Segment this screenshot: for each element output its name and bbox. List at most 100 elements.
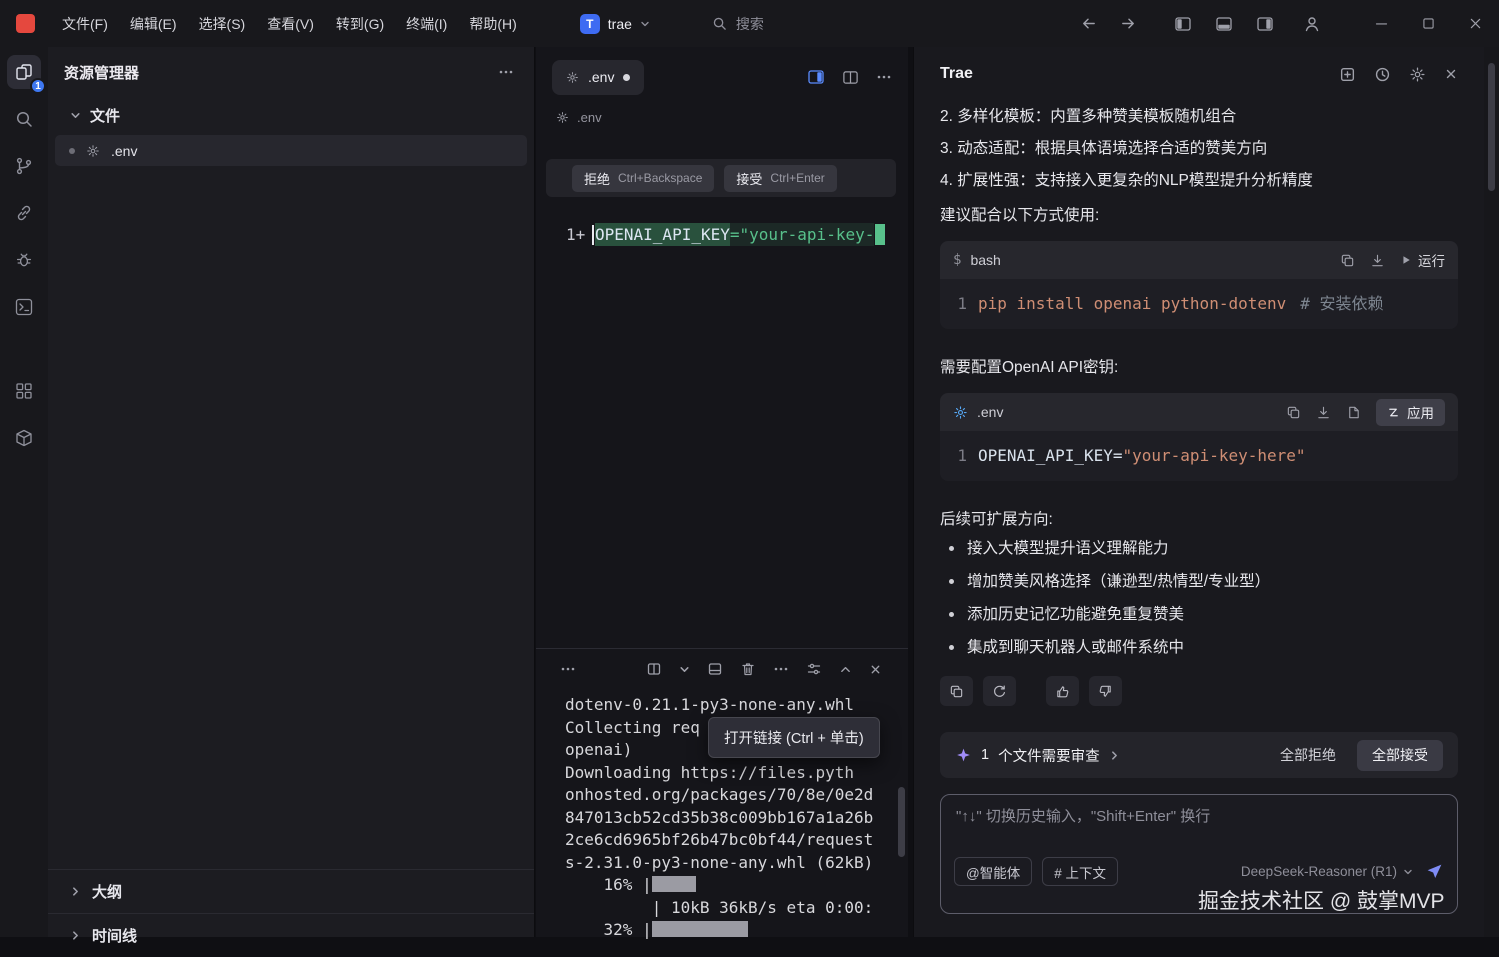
close-window-button[interactable] (1468, 16, 1483, 31)
toggle-bottom-panel-icon[interactable] (1215, 15, 1233, 33)
chevron-down-icon (640, 19, 650, 29)
more-icon[interactable] (498, 64, 514, 80)
env-file-icon (953, 405, 968, 420)
terminal-link[interactable]: 847013cb52cd35b38c009bb167a1a26b (565, 807, 908, 830)
account-icon[interactable] (1303, 15, 1321, 33)
apply-button[interactable]: 应用 (1376, 399, 1445, 426)
insert-code-icon[interactable] (1316, 405, 1331, 420)
panel-bottom-icon[interactable] (707, 661, 723, 677)
code-line-number: 1 (957, 292, 967, 316)
chevron-right-icon[interactable] (1109, 750, 1120, 761)
forward-arrow-icon[interactable] (1120, 15, 1137, 32)
more-icon[interactable] (773, 661, 789, 677)
reject-button[interactable]: 拒绝 Ctrl+Backspace (572, 165, 714, 192)
send-icon[interactable] (1425, 862, 1444, 881)
menu-view[interactable]: 查看(V) (256, 8, 325, 40)
agent-selector[interactable]: @智能体 (954, 857, 1032, 886)
run-button[interactable]: 运行 (1400, 250, 1445, 270)
split-editor-icon[interactable] (842, 69, 859, 86)
terminal-toolbar (536, 649, 908, 689)
activitybar-terminal[interactable] (7, 290, 41, 324)
menu-goto[interactable]: 转到(G) (325, 8, 395, 40)
chevron-down-icon[interactable] (679, 664, 690, 675)
activitybar-link[interactable] (7, 196, 41, 230)
timeline-section-header[interactable]: 时间线 (48, 913, 534, 957)
chat-list-item: 2. 多样化模板：内置多种赞美模板随机组合 (940, 101, 1458, 133)
regenerate-button[interactable] (983, 676, 1016, 706)
insert-code-icon[interactable] (1370, 253, 1385, 268)
accept-label: 接受 (736, 169, 762, 188)
back-arrow-icon[interactable] (1080, 15, 1097, 32)
accept-all-button[interactable]: 全部接受 (1357, 740, 1443, 771)
minimize-button[interactable] (1374, 16, 1389, 31)
breadcrumb[interactable]: .env (536, 97, 908, 131)
line-number: 1+ (546, 225, 592, 244)
terminal-scrollbar[interactable] (898, 787, 905, 857)
ghost-cursor-block (875, 224, 885, 245)
chevron-up-icon[interactable] (839, 663, 852, 676)
bullet-dot (949, 612, 954, 617)
filter-sliders-icon[interactable] (806, 661, 822, 677)
workspace-switcher[interactable]: T trae (570, 10, 660, 38)
chevron-down-icon (1403, 867, 1413, 877)
menu-file[interactable]: 文件(F) (51, 8, 119, 40)
toggle-right-panel-icon[interactable] (1256, 15, 1274, 33)
code-editor[interactable]: 拒绝 Ctrl+Backspace 接受 Ctrl+Enter 1+ OPENA… (536, 131, 908, 648)
tab-env[interactable]: .env (552, 60, 644, 95)
context-selector[interactable]: # 上下文 (1042, 857, 1118, 886)
activitybar-explorer[interactable]: 1 (7, 55, 41, 89)
activitybar-apps-grid[interactable] (7, 374, 41, 408)
file-item-env[interactable]: .env (55, 135, 527, 166)
terminal-link[interactable]: onhosted.org/packages/70/8e/0e2d (565, 784, 908, 807)
timeline-label: 时间线 (92, 925, 137, 946)
chat-header: Trae (940, 47, 1458, 101)
chat-toggle-icon[interactable] (807, 68, 825, 86)
run-icon (1400, 254, 1412, 266)
toggle-left-panel-icon[interactable] (1174, 15, 1192, 33)
chat-input-box[interactable]: @智能体 # 上下文 DeepSeek-Reasoner (R1) (940, 794, 1458, 914)
close-icon[interactable] (1444, 67, 1458, 81)
panel-scrollbar[interactable] (1488, 63, 1495, 191)
more-icon[interactable] (560, 661, 576, 677)
files-section-header[interactable]: 文件 (48, 97, 534, 133)
model-label: DeepSeek-Reasoner (R1) (1241, 864, 1397, 879)
gear-icon[interactable] (1409, 66, 1426, 83)
activitybar-source-control[interactable] (7, 149, 41, 183)
accept-button[interactable]: 接受 Ctrl+Enter (724, 165, 836, 192)
editor-tabbar: .env (536, 47, 908, 97)
thumbs-down-button[interactable] (1089, 676, 1122, 706)
sparkle-icon (955, 747, 972, 764)
trash-icon[interactable] (740, 661, 756, 677)
menu-help[interactable]: 帮助(H) (458, 8, 527, 40)
reject-shortcut: Ctrl+Backspace (618, 171, 702, 185)
activitybar-search[interactable] (7, 102, 41, 136)
menu-edit[interactable]: 编辑(E) (119, 8, 188, 40)
reject-all-button[interactable]: 全部拒绝 (1268, 739, 1348, 771)
new-file-icon[interactable] (1346, 405, 1361, 420)
maximize-button[interactable] (1421, 16, 1436, 31)
chat-input[interactable] (956, 808, 1442, 825)
terminal-link[interactable]: 2ce6cd6965bf26b47bc0bf44/request (565, 829, 908, 852)
split-terminal-icon[interactable] (646, 661, 662, 677)
terminal-link[interactable]: Downloading https://files.pyth (565, 762, 908, 785)
copy-message-button[interactable] (940, 676, 973, 706)
activitybar-package[interactable] (7, 421, 41, 455)
new-chat-icon[interactable] (1339, 66, 1356, 83)
menu-terminal[interactable]: 终端(I) (395, 8, 458, 40)
copy-icon[interactable] (1286, 405, 1301, 420)
copy-icon[interactable] (1340, 253, 1355, 268)
history-clock-icon[interactable] (1374, 66, 1391, 83)
terminal-line: | 10kB 36kB/s eta 0:00: (565, 897, 908, 920)
model-selector[interactable]: DeepSeek-Reasoner (R1) (1241, 864, 1413, 879)
titlebar: 文件(F) 编辑(E) 选择(S) 查看(V) 转到(G) 终端(I) 帮助(H… (0, 0, 1499, 47)
panel-scrollbar-track (1484, 47, 1499, 937)
more-icon[interactable] (876, 69, 892, 85)
close-icon[interactable] (869, 663, 882, 676)
workspace-icon: T (580, 14, 600, 34)
menu-selection[interactable]: 选择(S) (188, 8, 257, 40)
global-search[interactable]: 搜索 (712, 14, 764, 34)
code-filename: .env (977, 404, 1003, 420)
outline-section-header[interactable]: 大纲 (48, 869, 534, 913)
thumbs-up-button[interactable] (1046, 676, 1079, 706)
activitybar-debug[interactable] (7, 243, 41, 277)
